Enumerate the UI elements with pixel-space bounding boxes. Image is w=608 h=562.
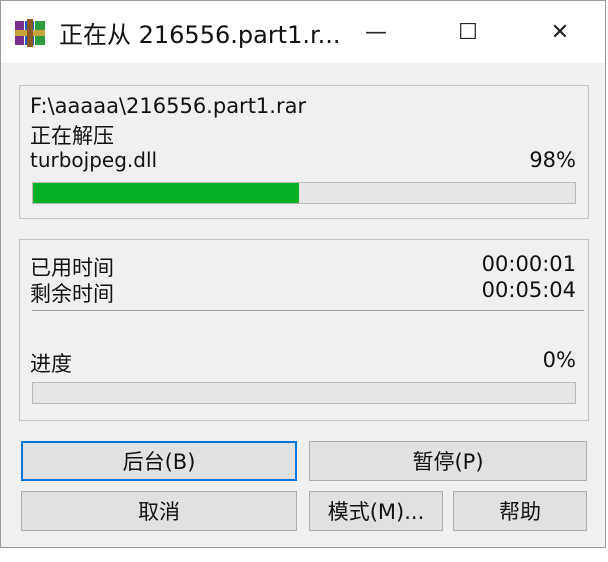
file-progress-fill	[33, 183, 299, 203]
title-bar: 正在从 216556.part1.r... — ☐ ✕	[1, 1, 605, 63]
file-progress-group: F:\aaaaa\216556.part1.rar 正在解压 turbojpeg…	[19, 85, 589, 219]
background-button[interactable]: 后台(B)	[21, 441, 297, 481]
window-title: 正在从 216556.part1.r...	[59, 21, 341, 49]
remaining-time-value: 00:05:04	[481, 278, 576, 302]
overall-progress-bar	[32, 382, 576, 404]
winrar-extract-dialog: 正在从 216556.part1.r... — ☐ ✕ F:\aaaaa\216…	[0, 0, 606, 548]
mode-button[interactable]: 模式(M)...	[309, 491, 443, 531]
current-file-name: turbojpeg.dll	[30, 148, 158, 172]
cancel-button[interactable]: 取消	[21, 491, 297, 531]
file-percent: 98%	[529, 148, 576, 172]
archive-path: F:\aaaaa\216556.part1.rar	[30, 94, 307, 118]
pause-button[interactable]: 暂停(P)	[309, 441, 587, 481]
overall-percent: 0%	[542, 348, 576, 372]
close-button[interactable]: ✕	[515, 1, 605, 63]
file-progress-bar	[32, 182, 576, 204]
divider	[32, 310, 584, 311]
elapsed-time-value: 00:00:01	[481, 252, 576, 276]
overall-progress-group: 已用时间 00:00:01 剩余时间 00:05:04 进度 0%	[19, 239, 589, 421]
maximize-button[interactable]: ☐	[423, 1, 513, 63]
help-button[interactable]: 帮助	[453, 491, 587, 531]
action-label: 正在解压	[30, 124, 114, 148]
minimize-button[interactable]: —	[331, 1, 421, 63]
winrar-app-icon	[15, 19, 45, 47]
progress-label: 进度	[30, 352, 72, 376]
remaining-time-label: 剩余时间	[30, 282, 114, 306]
